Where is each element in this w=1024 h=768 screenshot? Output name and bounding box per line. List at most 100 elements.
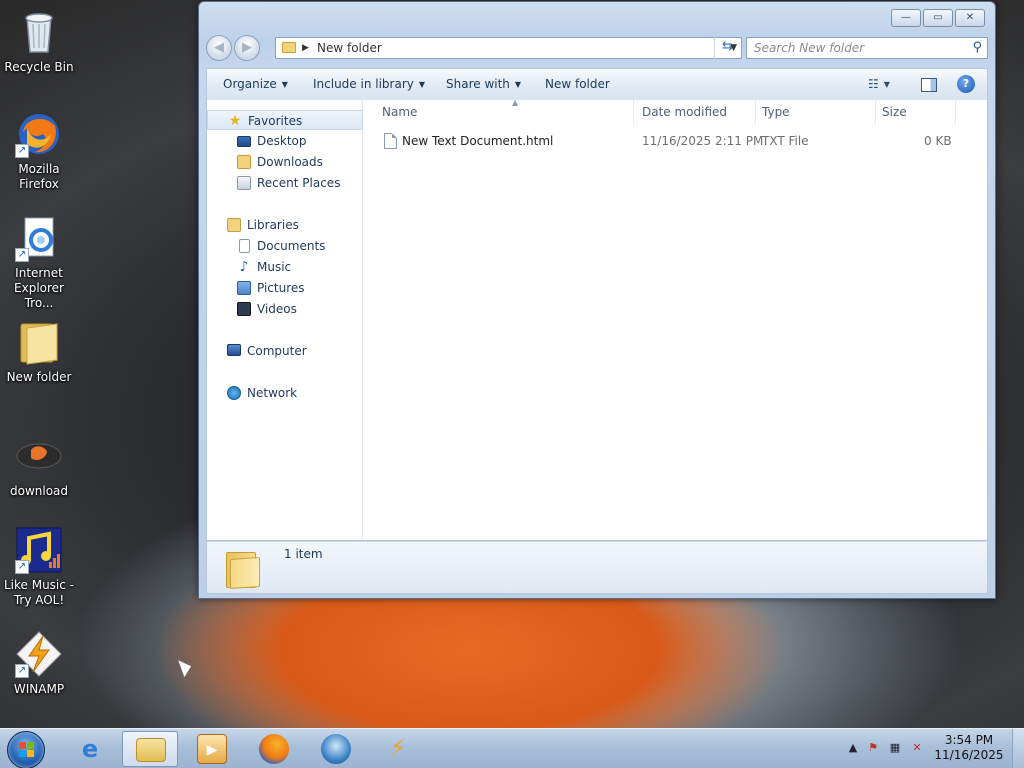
desktop-icon-label: download [9, 484, 69, 498]
search-input[interactable]: Search New folder ⚲ [746, 37, 988, 59]
column-header-type[interactable]: Type [756, 100, 876, 125]
desktop-icon-label: Mozilla Firefox [18, 162, 60, 191]
folder-icon [226, 548, 262, 590]
shortcut-arrow-icon: ↗ [15, 144, 29, 158]
help-icon: ? [962, 77, 970, 90]
change-view-button[interactable]: ☷ ▼ [868, 69, 898, 100]
nav-item-music[interactable]: ♪ Music [207, 257, 363, 277]
show-desktop-button[interactable] [1012, 729, 1024, 768]
nav-item-network[interactable]: Network [207, 383, 363, 403]
nav-item-label: Documents [257, 239, 326, 253]
globe-icon [321, 734, 351, 764]
libraries-icon [227, 218, 241, 232]
address-bar[interactable]: ▶ New folder ▼ [275, 37, 742, 59]
text-document-icon [384, 133, 397, 149]
include-in-library-button[interactable]: Include in library ▼ [313, 69, 425, 100]
minimize-button[interactable]: — [891, 9, 921, 27]
close-button[interactable]: ✕ [955, 9, 985, 27]
nav-item-label: Libraries [247, 218, 299, 232]
nav-item-desktop[interactable]: Desktop [207, 131, 363, 151]
computer-icon [227, 344, 241, 356]
forward-button[interactable]: ▶ [234, 35, 260, 61]
taskbar-globe[interactable] [308, 731, 364, 767]
column-header-date-modified[interactable]: Date modified [636, 100, 756, 125]
desktop-icon-like-music[interactable]: ↗ Like Music - Try AOL! [2, 526, 76, 608]
nav-item-documents[interactable]: Documents [207, 236, 363, 256]
nav-item-label: Music [257, 260, 292, 274]
explorer-window: — ▭ ✕ ◀ ▶ ▶ New folder ▼ ⇆ Search New fo… [198, 1, 996, 599]
nav-item-pictures[interactable]: Pictures [207, 278, 363, 298]
winamp-icon: ↗ [15, 630, 63, 678]
folder-icon [282, 42, 296, 53]
forward-arrow-icon: ▶ [242, 40, 252, 55]
taskbar-firefox[interactable] [246, 731, 302, 767]
breadcrumb-new-folder[interactable]: New folder [317, 38, 382, 58]
back-button[interactable]: ◀ [206, 35, 232, 61]
nav-item-downloads[interactable]: Downloads [207, 152, 363, 172]
include-in-library-label: Include in library [313, 77, 414, 91]
new-folder-label: New folder [545, 77, 610, 91]
start-button[interactable] [7, 731, 45, 768]
nav-item-videos[interactable]: Videos [207, 299, 363, 319]
star-icon: ★ [228, 113, 242, 129]
search-icon[interactable]: ⚲ [972, 38, 982, 58]
nav-item-label: Network [247, 386, 298, 400]
desktop-icon-internet-explorer[interactable]: ↗ Internet Explorer Tro... [2, 214, 76, 311]
clock-time: 3:54 PM [944, 733, 994, 747]
file-name: New Text Document.html [402, 134, 554, 148]
column-header-label: Size [882, 105, 907, 119]
internet-explorer-icon: e [81, 735, 99, 763]
preview-pane-button[interactable] [921, 78, 937, 92]
taskbar-media-player[interactable]: ▶ [184, 731, 240, 767]
videos-icon [237, 302, 251, 316]
desktop-icon-winamp[interactable]: ↗ WINAMP [2, 630, 76, 697]
new-folder-button[interactable]: New folder [545, 69, 610, 100]
nav-item-computer[interactable]: Computer [207, 341, 363, 361]
taskbar-internet-explorer[interactable]: e [62, 731, 118, 767]
clock[interactable]: 3:54 PM 11/16/2025 [934, 733, 1004, 763]
shortcut-arrow-icon: ↗ [15, 664, 29, 678]
nav-item-label: Computer [247, 344, 307, 358]
clock-date: 11/16/2025 [934, 748, 1004, 762]
nav-item-label: Videos [257, 302, 297, 316]
organize-button[interactable]: Organize ▼ [223, 69, 288, 100]
media-player-icon: ▶ [197, 734, 227, 764]
column-header-name[interactable]: Name ▲ [376, 98, 634, 125]
maximize-button[interactable]: ▭ [923, 9, 953, 27]
firefox-icon [259, 734, 289, 764]
folder-icon [15, 318, 63, 366]
breadcrumb-separator-icon[interactable]: ▶ [302, 38, 309, 58]
details-pane: 1 item [206, 541, 988, 594]
file-row[interactable]: New Text Document.html 11/16/2025 2:11 P… [364, 130, 987, 152]
action-center-icon[interactable]: ⚑ [866, 741, 880, 755]
column-header-label: Type [762, 105, 790, 119]
nav-item-label: Downloads [257, 155, 323, 169]
shortcut-arrow-icon: ↗ [15, 560, 29, 574]
desktop-icon-recycle-bin[interactable]: Recycle Bin [2, 8, 76, 75]
desktop-icon-firefox[interactable]: ↗ Mozilla Firefox [2, 110, 76, 192]
desktop-icon-new-folder[interactable]: New folder [2, 318, 76, 385]
chevron-down-icon: ▼ [514, 80, 522, 89]
taskbar-winamp[interactable]: ⚡ [370, 731, 426, 767]
volume-muted-icon[interactable]: ✕ [910, 741, 924, 755]
column-header-size[interactable]: Size [876, 100, 956, 125]
navigation-pane[interactable]: ★ Favorites Desktop Downloads Recent Pla… [207, 100, 363, 540]
chevron-down-icon: ▼ [883, 80, 890, 89]
refresh-button[interactable]: ⇆ [714, 37, 740, 59]
recent-places-icon [237, 176, 251, 190]
desktop-icon-download[interactable]: download [2, 432, 76, 499]
show-hidden-icons-button[interactable]: ▲ [846, 741, 860, 755]
file-list[interactable]: Name ▲ Date modified Type Size New Text … [364, 98, 987, 540]
nav-item-label: Recent Places [257, 176, 341, 190]
nav-item-favorites[interactable]: ★ Favorites [207, 110, 363, 130]
taskbar-windows-explorer[interactable] [122, 731, 178, 767]
nav-item-libraries[interactable]: Libraries [207, 215, 363, 235]
nav-item-recent-places[interactable]: Recent Places [207, 173, 363, 193]
help-button[interactable]: ? [957, 75, 975, 93]
command-bar: Organize ▼ Include in library ▼ Share with… [206, 68, 988, 100]
network-status-icon[interactable]: ▦ [888, 741, 902, 755]
nav-item-label: Pictures [257, 281, 305, 295]
share-with-button[interactable]: Share with ▼ [446, 69, 521, 100]
sort-ascending-icon: ▲ [512, 98, 519, 107]
nav-item-label: Desktop [257, 134, 307, 148]
